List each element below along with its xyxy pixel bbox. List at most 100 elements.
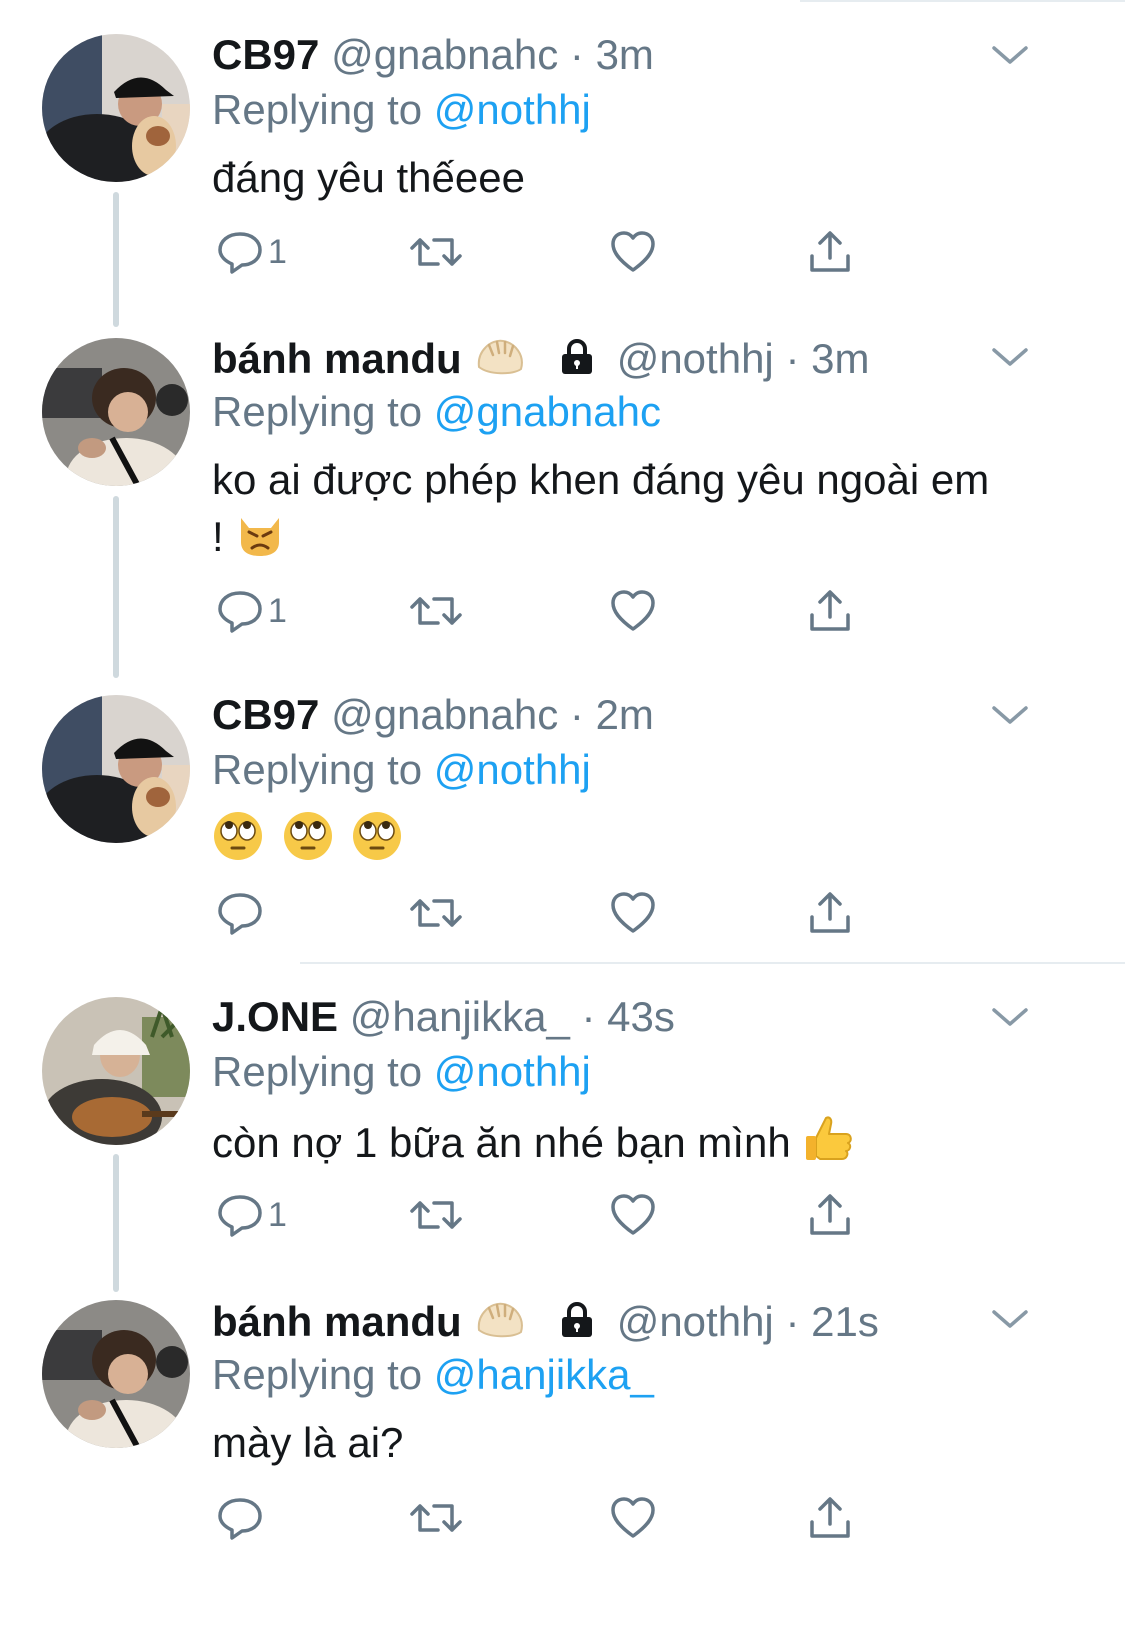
reply-button[interactable] xyxy=(216,1490,268,1546)
avatar[interactable] xyxy=(42,695,190,843)
like-icon xyxy=(611,1497,655,1538)
dumpling-icon xyxy=(473,1296,527,1354)
timestamp[interactable]: 43s xyxy=(607,993,675,1040)
like-button[interactable] xyxy=(609,1187,657,1243)
pouting-cat-icon xyxy=(235,508,285,572)
reply-count: 1 xyxy=(268,232,287,271)
tweet-text: còn nợ 1 bữa ăn nhé bạn mình xyxy=(212,1119,791,1167)
separator-dot: · xyxy=(569,691,584,738)
retweet-button[interactable] xyxy=(408,224,464,280)
username[interactable]: @gnabnahc xyxy=(331,31,558,78)
chevron-down-icon[interactable] xyxy=(990,1304,1030,1334)
reply-button[interactable]: 1 xyxy=(216,1187,287,1243)
like-icon xyxy=(611,231,655,272)
like-button[interactable] xyxy=(609,224,657,280)
lock-icon xyxy=(557,337,597,387)
tweet-text: mày là ai? xyxy=(212,1419,404,1466)
action-bar: 1 xyxy=(212,224,892,280)
like-icon xyxy=(611,1194,655,1235)
thread-line xyxy=(113,192,119,327)
mention-link[interactable]: @hanjikka_ xyxy=(434,1351,654,1398)
avatar[interactable] xyxy=(42,338,190,486)
eye-roll-icon xyxy=(351,810,403,876)
share-button[interactable] xyxy=(806,1187,854,1243)
username[interactable]: @nothhj xyxy=(617,1298,774,1345)
share-icon xyxy=(810,231,850,272)
thumbs-up-icon xyxy=(802,1112,856,1180)
like-button[interactable] xyxy=(609,1490,657,1546)
replying-to: Replying to @gnabnahc xyxy=(212,388,661,436)
replying-to-label: Replying to xyxy=(212,1048,423,1095)
timestamp[interactable]: 21s xyxy=(811,1298,879,1345)
share-button[interactable] xyxy=(806,224,854,280)
reply-count: 1 xyxy=(268,591,287,630)
timestamp[interactable]: 2m xyxy=(596,691,654,738)
retweet-button[interactable] xyxy=(408,885,464,941)
action-bar xyxy=(212,1490,892,1546)
share-icon xyxy=(810,1194,850,1235)
avatar[interactable] xyxy=(42,997,190,1145)
separator-dot: · xyxy=(785,1298,800,1346)
tweet-text-block: còn nợ 1 bữa ăn nhé bạn mình xyxy=(212,1112,992,1180)
replying-to: Replying to @hanjikka_ xyxy=(212,1351,654,1399)
retweet-icon xyxy=(410,899,462,927)
username[interactable]: @gnabnahc xyxy=(331,691,558,738)
share-button[interactable] xyxy=(806,1490,854,1546)
reply-button[interactable]: 1 xyxy=(216,224,287,280)
display-name[interactable]: CB97 xyxy=(212,691,319,738)
like-icon xyxy=(611,590,655,631)
reply-icon xyxy=(218,591,262,633)
tweet[interactable]: CB97 @gnabnahc · 2m Replying to @nothhj xyxy=(0,680,1125,962)
tweet[interactable]: bánh mandu @nothhj · 3m Replying to @gna… xyxy=(0,330,1125,680)
like-button[interactable] xyxy=(609,583,657,639)
username[interactable]: @hanjikka_ xyxy=(350,993,570,1040)
eye-roll-icon xyxy=(282,810,334,876)
separator-dot: · xyxy=(581,993,596,1040)
display-name[interactable]: J.ONE xyxy=(212,993,338,1040)
timestamp[interactable]: 3m xyxy=(811,335,869,382)
display-name[interactable]: bánh mandu xyxy=(212,335,462,382)
like-icon xyxy=(611,892,655,933)
avatar[interactable] xyxy=(42,34,190,182)
reply-icon xyxy=(218,232,262,274)
eye-roll-icon xyxy=(212,810,264,876)
reply-button[interactable]: 1 xyxy=(216,583,287,639)
avatar[interactable] xyxy=(42,1300,190,1448)
username[interactable]: @nothhj xyxy=(617,335,774,382)
display-name[interactable]: bánh mandu xyxy=(212,1298,462,1345)
tweet-text-block xyxy=(212,810,992,876)
retweet-icon xyxy=(410,1201,462,1229)
tweet[interactable]: J.ONE @hanjikka_ · 43s Replying to @noth… xyxy=(0,964,1125,1294)
share-icon xyxy=(810,892,850,933)
action-bar: 1 xyxy=(212,1187,892,1243)
lock-icon xyxy=(557,1300,597,1350)
mention-link[interactable]: @gnabnahc xyxy=(434,388,661,435)
mention-link[interactable]: @nothhj xyxy=(434,86,591,133)
chevron-down-icon[interactable] xyxy=(990,40,1030,70)
retweet-icon xyxy=(410,1504,462,1532)
action-bar: 1 xyxy=(212,583,892,639)
display-name[interactable]: CB97 xyxy=(212,31,319,78)
separator-dot: · xyxy=(785,335,800,383)
retweet-button[interactable] xyxy=(408,583,464,639)
tweet-header: CB97 @gnabnahc · 2m xyxy=(212,691,654,739)
chevron-down-icon[interactable] xyxy=(990,342,1030,372)
retweet-button[interactable] xyxy=(408,1490,464,1546)
action-bar xyxy=(212,885,892,941)
reply-count: 1 xyxy=(268,1195,287,1234)
mention-link[interactable]: @nothhj xyxy=(434,746,591,793)
mention-link[interactable]: @nothhj xyxy=(434,1048,591,1095)
reply-icon xyxy=(218,893,262,935)
tweet[interactable]: bánh mandu @nothhj · 21s Replying to @ha… xyxy=(0,1294,1125,1651)
timestamp[interactable]: 3m xyxy=(596,31,654,78)
separator-dot: · xyxy=(569,31,584,78)
share-button[interactable] xyxy=(806,583,854,639)
chevron-down-icon[interactable] xyxy=(990,1002,1030,1032)
tweet-header: CB97 @gnabnahc · 3m xyxy=(212,31,654,79)
chevron-down-icon[interactable] xyxy=(990,700,1030,730)
like-button[interactable] xyxy=(609,885,657,941)
retweet-button[interactable] xyxy=(408,1187,464,1243)
share-button[interactable] xyxy=(806,885,854,941)
tweet[interactable]: CB97 @gnabnahc · 3m Replying to @nothhj … xyxy=(0,0,1125,330)
reply-button[interactable] xyxy=(216,885,268,941)
